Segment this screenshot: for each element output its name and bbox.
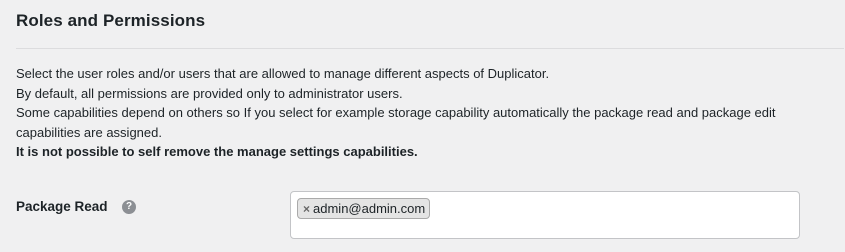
package-read-user-select[interactable]: × admin@admin.com bbox=[290, 191, 800, 239]
section-title: Roles and Permissions bbox=[16, 11, 206, 30]
selected-user-tag: × admin@admin.com bbox=[297, 198, 431, 219]
description-warning: It is not possible to self remove the ma… bbox=[16, 144, 418, 159]
selected-user-label: admin@admin.com bbox=[313, 201, 426, 216]
description-line: Some capabilities depend on others so If… bbox=[16, 105, 776, 140]
question-circle-icon[interactable]: ? bbox=[122, 200, 136, 214]
package-read-label: Package Read bbox=[16, 199, 108, 214]
description-line: By default, all permissions are provided… bbox=[16, 85, 403, 101]
section-description: Select the user roles and/or users that … bbox=[16, 64, 806, 162]
description-line: Select the user roles and/or users that … bbox=[16, 66, 550, 81]
section-divider bbox=[16, 48, 844, 49]
remove-tag-icon[interactable]: × bbox=[303, 203, 310, 215]
roles-permissions-panel: Roles and Permissions Select the user ro… bbox=[0, 0, 845, 252]
